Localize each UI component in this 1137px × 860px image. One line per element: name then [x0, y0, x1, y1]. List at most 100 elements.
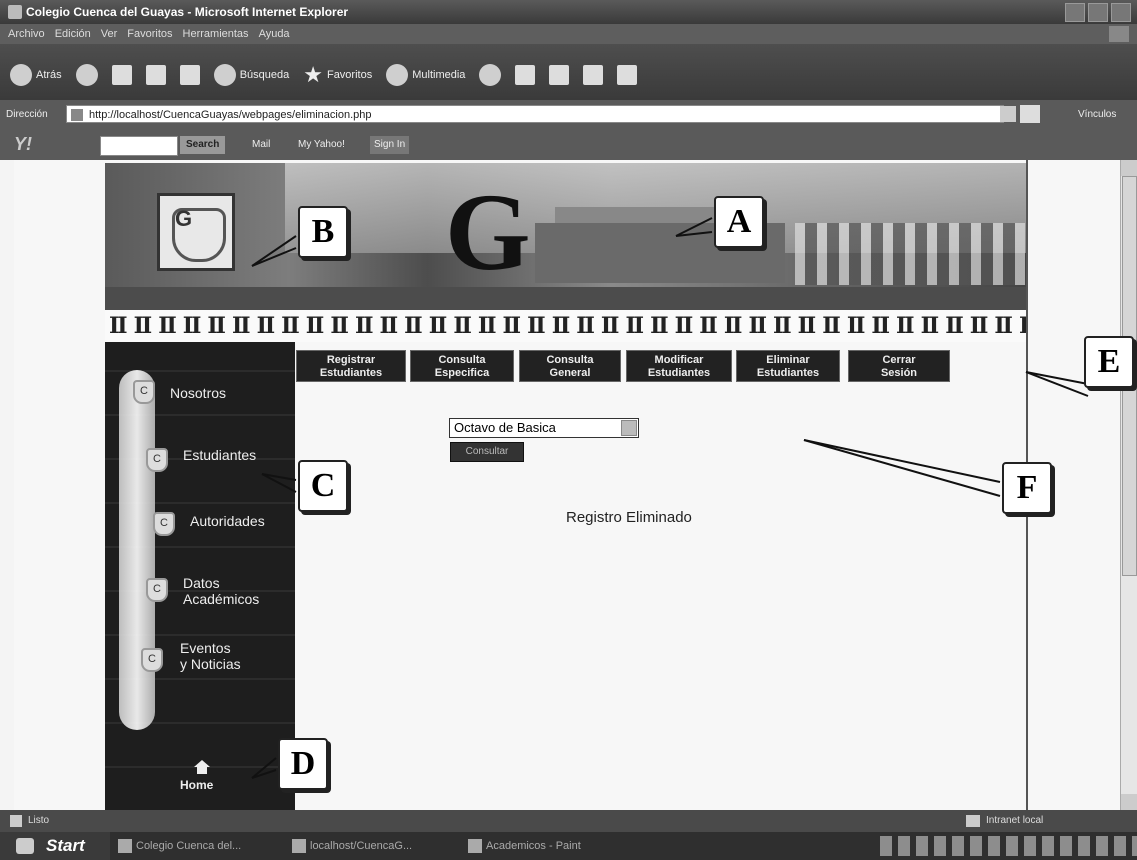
sign-in-button[interactable]: Sign In — [370, 136, 410, 154]
messenger-icon[interactable] — [617, 65, 638, 85]
back-label: Atrás — [36, 69, 62, 81]
ornament-glyph: II — [502, 313, 522, 339]
browser-toolbar: Atrás Búsqueda ★ Favoritos Multimedia — [0, 44, 1137, 100]
start-button[interactable]: Start — [0, 832, 110, 860]
multimedia-label: Multimedia — [412, 69, 466, 81]
zone-text: Intranet local — [986, 815, 1044, 826]
home-link[interactable]: Home — [180, 778, 213, 792]
menu-ver[interactable]: Ver — [101, 24, 118, 44]
ornament-glyph: II — [182, 313, 202, 339]
registrar-estudiantes-button[interactable]: Registrar Estudiantes — [296, 350, 406, 382]
consultar-button[interactable]: Consultar — [450, 442, 524, 462]
curso-select[interactable]: Octavo de Basica — [449, 418, 639, 438]
yahoo-mail-link[interactable]: Mail — [252, 139, 270, 150]
intranet-icon — [966, 815, 980, 827]
ornament-glyph: II — [477, 313, 497, 339]
yahoo-logo[interactable]: Y! — [14, 134, 32, 155]
multimedia-button[interactable]: Multimedia — [386, 64, 465, 86]
address-label: Dirección — [6, 109, 48, 120]
ornament-glyph: II — [354, 313, 374, 339]
system-tray-icons[interactable] — [880, 836, 1137, 856]
select-value: Octavo de Basica — [454, 420, 556, 435]
menu-bar: Archivo Edición Ver Favoritos Herramient… — [0, 24, 1137, 44]
nav-datos-line2[interactable]: Académicos — [183, 591, 259, 608]
ornament-glyph: II — [699, 313, 718, 339]
menu-ayuda[interactable]: Ayuda — [259, 24, 290, 44]
chevron-down-icon[interactable] — [621, 420, 637, 436]
links-label[interactable]: Vínculos — [1078, 109, 1116, 120]
home-icon[interactable] — [194, 760, 210, 774]
task-localhost[interactable]: localhost/CuencaG... — [290, 836, 412, 856]
consulta-especifica-button[interactable]: Consulta Especifica — [410, 350, 514, 382]
header-banner: G — [105, 163, 1026, 310]
nav-autoridades[interactable]: Autoridades — [190, 513, 265, 530]
nav-estudiantes[interactable]: Estudiantes — [183, 447, 256, 464]
stop-icon[interactable] — [111, 65, 132, 85]
back-button[interactable]: Atrás — [10, 64, 62, 86]
nav-badge-icon: C — [146, 578, 168, 602]
callout-f: F — [1002, 462, 1052, 514]
home-toolbar-icon[interactable] — [179, 65, 200, 85]
logo-letter: G — [175, 206, 193, 231]
callout-e: E — [1084, 336, 1134, 388]
edit-icon[interactable] — [583, 65, 604, 85]
yahoo-toolbar: Y! Search Mail My Yahoo! Sign In — [0, 130, 1137, 160]
menu-herramientas[interactable]: Herramientas — [183, 24, 249, 44]
nav-eventos-line1[interactable]: Eventos — [180, 640, 231, 657]
maximize-icon[interactable] — [1088, 3, 1108, 22]
ornament-glyph: II — [305, 313, 325, 339]
nav-nosotros[interactable]: Nosotros — [170, 385, 226, 402]
nav-badge-icon: C — [141, 648, 163, 672]
history-icon[interactable] — [479, 64, 502, 86]
nav-eventos-line2[interactable]: y Noticias — [180, 656, 241, 673]
address-dropdown-icon[interactable] — [1000, 106, 1016, 122]
status-bar: Listo Intranet local — [0, 810, 1137, 832]
task-ie-window[interactable]: Colegio Cuenca del... — [116, 836, 241, 856]
scroll-up-icon[interactable] — [1121, 160, 1137, 176]
nav-badge-icon: C — [146, 448, 168, 472]
decorative-border: II II II II II II II II II II II II II II II II II II II II… — [105, 310, 1026, 342]
button-line2: Estudiantes — [647, 367, 711, 379]
eliminar-estudiantes-button[interactable]: Eliminar Estudiantes — [736, 350, 840, 382]
my-yahoo-link[interactable]: My Yahoo! — [298, 139, 345, 150]
ornament-glyph: II — [945, 313, 964, 339]
minimize-icon[interactable] — [1065, 3, 1085, 22]
menu-archivo[interactable]: Archivo — [8, 24, 45, 44]
task-paint[interactable]: Academicos - Paint — [466, 836, 581, 856]
close-icon[interactable] — [1111, 3, 1131, 22]
button-line2: Estudiantes — [756, 367, 820, 379]
nav-datos-line1[interactable]: Datos — [183, 575, 220, 592]
task-label: localhost/CuencaG... — [310, 840, 413, 852]
yahoo-search-button[interactable]: Search — [180, 136, 226, 154]
yahoo-search-input[interactable] — [100, 136, 178, 156]
search-button[interactable]: Búsqueda — [213, 64, 289, 86]
favorites-button[interactable]: ★ Favoritos — [303, 62, 372, 88]
nav-badge-icon: C — [133, 380, 155, 404]
school-logo[interactable]: G — [157, 193, 235, 271]
paint-task-icon — [468, 839, 482, 853]
go-button[interactable] — [1020, 105, 1040, 123]
scroll-down-icon[interactable] — [1121, 794, 1137, 810]
address-bar: Dirección http://localhost/CuencaGuayas/… — [0, 100, 1137, 130]
menu-favoritos[interactable]: Favoritos — [127, 24, 172, 44]
forward-button[interactable] — [75, 64, 98, 86]
cerrar-sesion-button[interactable]: Cerrar Sesión — [848, 350, 950, 382]
mail-toolbar-icon[interactable] — [515, 65, 536, 85]
back-arrow-icon — [10, 64, 32, 86]
status-message: Registro Eliminado — [566, 509, 692, 526]
print-icon[interactable] — [549, 65, 570, 85]
vertical-scrollbar[interactable] — [1120, 160, 1137, 810]
button-line2: Sesión — [880, 367, 918, 379]
button-line1: Registrar — [326, 354, 376, 366]
ornament-glyph: II — [330, 313, 349, 339]
menu-edicion[interactable]: Edición — [55, 24, 91, 44]
callout-d: D — [278, 738, 328, 790]
ornament-glyph: II — [650, 313, 669, 339]
ornament-glyph: II — [576, 313, 595, 339]
consulta-general-button[interactable]: Consulta General — [519, 350, 621, 382]
window-titlebar: Colegio Cuenca del Guayas - Microsoft In… — [0, 0, 1137, 24]
task-label: Academicos - Paint — [486, 840, 581, 852]
refresh-icon[interactable] — [145, 65, 166, 85]
modificar-estudiantes-button[interactable]: Modificar Estudiantes — [626, 350, 732, 382]
address-input[interactable]: http://localhost/CuencaGuayas/webpages/e… — [66, 105, 1004, 123]
